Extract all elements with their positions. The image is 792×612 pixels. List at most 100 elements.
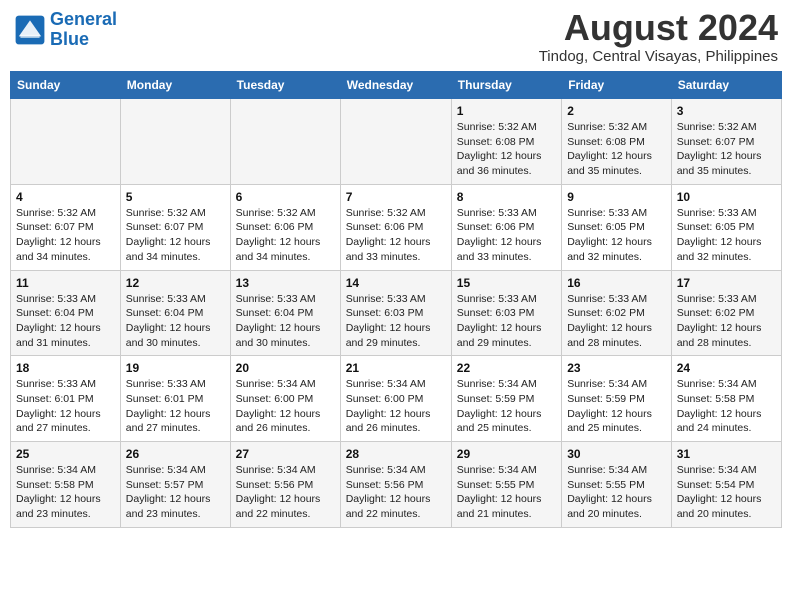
- calendar-day-cell: 5 Sunrise: 5:32 AM Sunset: 6:07 PM Daylig…: [120, 184, 230, 270]
- calendar-day-cell: 23 Sunrise: 5:34 AM Sunset: 5:59 PM Dayli…: [562, 356, 672, 442]
- day-detail: Sunrise: 5:34 AM Sunset: 5:58 PM Dayligh…: [16, 463, 115, 522]
- calendar-day-cell: 1 Sunrise: 5:32 AM Sunset: 6:08 PM Daylig…: [451, 99, 561, 185]
- month-year-title: August 2024: [539, 10, 778, 46]
- calendar-day-cell: 12 Sunrise: 5:33 AM Sunset: 6:04 PM Dayli…: [120, 270, 230, 356]
- day-detail: Sunrise: 5:33 AM Sunset: 6:02 PM Dayligh…: [567, 292, 666, 351]
- day-detail: Sunrise: 5:32 AM Sunset: 6:06 PM Dayligh…: [346, 206, 446, 265]
- day-number: 18: [16, 361, 115, 375]
- day-number: 2: [567, 104, 666, 118]
- day-number: 29: [457, 447, 556, 461]
- calendar-day-cell: 15 Sunrise: 5:33 AM Sunset: 6:03 PM Dayli…: [451, 270, 561, 356]
- day-detail: Sunrise: 5:34 AM Sunset: 6:00 PM Dayligh…: [236, 377, 335, 436]
- day-number: 6: [236, 190, 335, 204]
- day-number: 5: [126, 190, 225, 204]
- day-number: 24: [677, 361, 776, 375]
- day-detail: Sunrise: 5:34 AM Sunset: 5:58 PM Dayligh…: [677, 377, 776, 436]
- calendar-week-row: 25Sunrise: 5:34 AM Sunset: 5:58 PM Dayli…: [11, 442, 782, 528]
- day-number: 3: [677, 104, 776, 118]
- calendar-day-cell: 7 Sunrise: 5:32 AM Sunset: 6:06 PM Daylig…: [340, 184, 451, 270]
- calendar-day-cell: 30 Sunrise: 5:34 AM Sunset: 5:55 PM Dayli…: [562, 442, 672, 528]
- calendar-day-cell: 3 Sunrise: 5:32 AM Sunset: 6:07 PM Daylig…: [671, 99, 781, 185]
- calendar-day-cell: 31Sunrise: 5:34 AM Sunset: 5:54 PM Dayli…: [671, 442, 781, 528]
- day-detail: Sunrise: 5:33 AM Sunset: 6:02 PM Dayligh…: [677, 292, 776, 351]
- weekday-cell: Tuesday: [230, 72, 340, 99]
- day-number: 19: [126, 361, 225, 375]
- day-detail: Sunrise: 5:33 AM Sunset: 6:03 PM Dayligh…: [346, 292, 446, 351]
- day-detail: Sunrise: 5:32 AM Sunset: 6:06 PM Dayligh…: [236, 206, 335, 265]
- day-detail: Sunrise: 5:34 AM Sunset: 5:59 PM Dayligh…: [457, 377, 556, 436]
- calendar-day-cell: 9 Sunrise: 5:33 AM Sunset: 6:05 PM Daylig…: [562, 184, 672, 270]
- weekday-cell: Sunday: [11, 72, 121, 99]
- calendar-day-cell: [11, 99, 121, 185]
- calendar-day-cell: 11Sunrise: 5:33 AM Sunset: 6:04 PM Dayli…: [11, 270, 121, 356]
- calendar-body: 1 Sunrise: 5:32 AM Sunset: 6:08 PM Daylig…: [11, 99, 782, 528]
- day-detail: Sunrise: 5:33 AM Sunset: 6:04 PM Dayligh…: [236, 292, 335, 351]
- calendar-week-row: 1 Sunrise: 5:32 AM Sunset: 6:08 PM Daylig…: [11, 99, 782, 185]
- calendar-week-row: 4 Sunrise: 5:32 AM Sunset: 6:07 PM Daylig…: [11, 184, 782, 270]
- day-number: 9: [567, 190, 666, 204]
- day-number: 26: [126, 447, 225, 461]
- day-number: 22: [457, 361, 556, 375]
- day-detail: Sunrise: 5:34 AM Sunset: 5:54 PM Dayligh…: [677, 463, 776, 522]
- day-detail: Sunrise: 5:33 AM Sunset: 6:04 PM Dayligh…: [16, 292, 115, 351]
- calendar-day-cell: 2Sunrise: 5:32 AM Sunset: 6:08 PM Daylig…: [562, 99, 672, 185]
- day-detail: Sunrise: 5:32 AM Sunset: 6:07 PM Dayligh…: [126, 206, 225, 265]
- day-detail: Sunrise: 5:34 AM Sunset: 5:56 PM Dayligh…: [346, 463, 446, 522]
- weekday-cell: Friday: [562, 72, 672, 99]
- calendar-day-cell: [120, 99, 230, 185]
- day-detail: Sunrise: 5:33 AM Sunset: 6:01 PM Dayligh…: [126, 377, 225, 436]
- calendar-day-cell: 22 Sunrise: 5:34 AM Sunset: 5:59 PM Dayli…: [451, 356, 561, 442]
- calendar-day-cell: 21Sunrise: 5:34 AM Sunset: 6:00 PM Dayli…: [340, 356, 451, 442]
- day-number: 10: [677, 190, 776, 204]
- weekday-cell: Saturday: [671, 72, 781, 99]
- day-number: 1: [457, 104, 556, 118]
- day-detail: Sunrise: 5:32 AM Sunset: 6:07 PM Dayligh…: [16, 206, 115, 265]
- day-detail: Sunrise: 5:33 AM Sunset: 6:03 PM Dayligh…: [457, 292, 556, 351]
- weekday-header-row: SundayMondayTuesdayWednesdayThursdayFrid…: [11, 72, 782, 99]
- calendar-day-cell: 16 Sunrise: 5:33 AM Sunset: 6:02 PM Dayli…: [562, 270, 672, 356]
- calendar-day-cell: 6 Sunrise: 5:32 AM Sunset: 6:06 PM Daylig…: [230, 184, 340, 270]
- calendar-day-cell: 29 Sunrise: 5:34 AM Sunset: 5:55 PM Dayli…: [451, 442, 561, 528]
- calendar-day-cell: 19 Sunrise: 5:33 AM Sunset: 6:01 PM Dayli…: [120, 356, 230, 442]
- calendar-day-cell: 10Sunrise: 5:33 AM Sunset: 6:05 PM Dayli…: [671, 184, 781, 270]
- day-detail: Sunrise: 5:34 AM Sunset: 5:55 PM Dayligh…: [457, 463, 556, 522]
- calendar-day-cell: 28 Sunrise: 5:34 AM Sunset: 5:56 PM Dayli…: [340, 442, 451, 528]
- calendar-table: SundayMondayTuesdayWednesdayThursdayFrid…: [10, 71, 782, 528]
- calendar-day-cell: 25Sunrise: 5:34 AM Sunset: 5:58 PM Dayli…: [11, 442, 121, 528]
- day-number: 23: [567, 361, 666, 375]
- day-number: 16: [567, 276, 666, 290]
- day-detail: Sunrise: 5:34 AM Sunset: 5:55 PM Dayligh…: [567, 463, 666, 522]
- calendar-week-row: 11Sunrise: 5:33 AM Sunset: 6:04 PM Dayli…: [11, 270, 782, 356]
- day-detail: Sunrise: 5:33 AM Sunset: 6:04 PM Dayligh…: [126, 292, 225, 351]
- weekday-cell: Wednesday: [340, 72, 451, 99]
- day-number: 8: [457, 190, 556, 204]
- day-detail: Sunrise: 5:34 AM Sunset: 5:59 PM Dayligh…: [567, 377, 666, 436]
- location-subtitle: Tindog, Central Visayas, Philippines: [539, 48, 778, 65]
- day-number: 27: [236, 447, 335, 461]
- day-detail: Sunrise: 5:34 AM Sunset: 6:00 PM Dayligh…: [346, 377, 446, 436]
- day-detail: Sunrise: 5:33 AM Sunset: 6:01 PM Dayligh…: [16, 377, 115, 436]
- weekday-cell: Thursday: [451, 72, 561, 99]
- calendar-day-cell: [230, 99, 340, 185]
- day-number: 12: [126, 276, 225, 290]
- day-detail: Sunrise: 5:32 AM Sunset: 6:08 PM Dayligh…: [457, 120, 556, 179]
- calendar-day-cell: 24 Sunrise: 5:34 AM Sunset: 5:58 PM Dayli…: [671, 356, 781, 442]
- day-number: 30: [567, 447, 666, 461]
- calendar-day-cell: 13 Sunrise: 5:33 AM Sunset: 6:04 PM Dayli…: [230, 270, 340, 356]
- calendar-day-cell: 8 Sunrise: 5:33 AM Sunset: 6:06 PM Daylig…: [451, 184, 561, 270]
- day-detail: Sunrise: 5:32 AM Sunset: 6:07 PM Dayligh…: [677, 120, 776, 179]
- day-detail: Sunrise: 5:33 AM Sunset: 6:05 PM Dayligh…: [567, 206, 666, 265]
- day-number: 28: [346, 447, 446, 461]
- weekday-cell: Monday: [120, 72, 230, 99]
- title-area: August 2024 Tindog, Central Visayas, Phi…: [539, 10, 778, 65]
- calendar-day-cell: 27 Sunrise: 5:34 AM Sunset: 5:56 PM Dayli…: [230, 442, 340, 528]
- calendar-day-cell: 18 Sunrise: 5:33 AM Sunset: 6:01 PM Dayli…: [11, 356, 121, 442]
- day-detail: Sunrise: 5:33 AM Sunset: 6:06 PM Dayligh…: [457, 206, 556, 265]
- day-number: 4: [16, 190, 115, 204]
- day-detail: Sunrise: 5:34 AM Sunset: 5:56 PM Dayligh…: [236, 463, 335, 522]
- day-number: 7: [346, 190, 446, 204]
- day-number: 13: [236, 276, 335, 290]
- day-number: 15: [457, 276, 556, 290]
- day-number: 20: [236, 361, 335, 375]
- calendar-day-cell: 20 Sunrise: 5:34 AM Sunset: 6:00 PM Dayli…: [230, 356, 340, 442]
